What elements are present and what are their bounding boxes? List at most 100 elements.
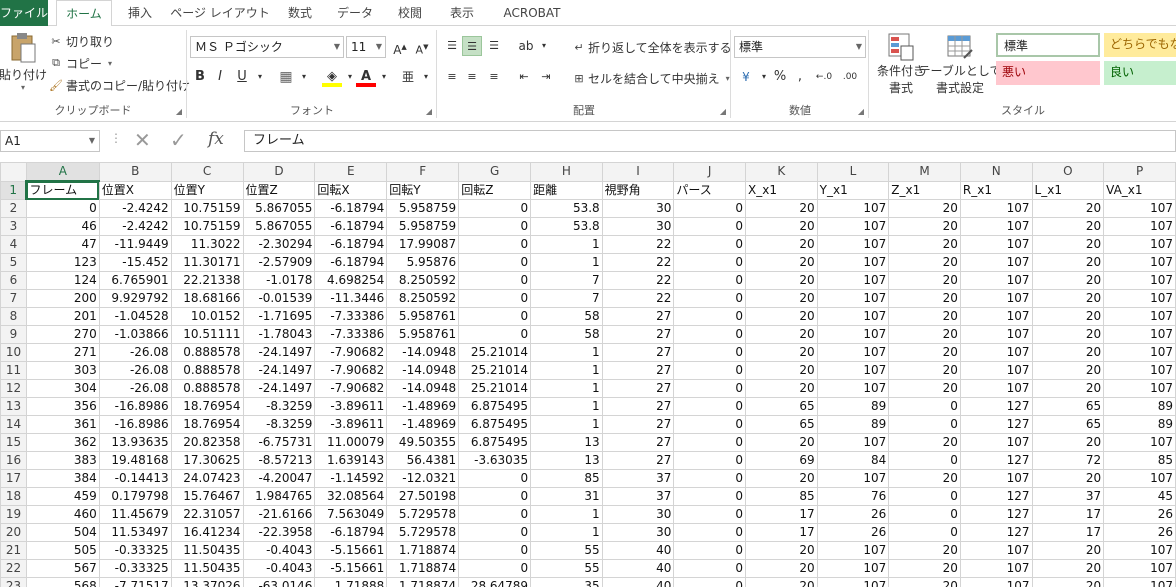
cell[interactable]: 0 [673,415,747,434]
cell[interactable]: -3.89611 [314,415,388,434]
align-middle-icon[interactable]: ☰ [462,36,482,56]
cell[interactable]: 20 [745,343,818,362]
cell[interactable]: 107 [959,559,1033,578]
cell[interactable]: -2.4242 [98,199,172,218]
row-header[interactable]: 18 [0,487,27,506]
cell[interactable]: 22 [601,253,675,272]
row-header[interactable]: 16 [0,451,27,470]
cell[interactable]: -3.89611 [314,397,388,416]
cell[interactable]: 0 [673,505,747,524]
cell[interactable]: 20 [745,379,818,398]
cut-button[interactable]: ✂ 切り取り [48,31,114,51]
cell[interactable]: -7.90682 [314,379,388,398]
cell[interactable]: 127 [959,415,1033,434]
cell[interactable]: 303 [25,361,100,380]
cell[interactable]: -16.8986 [98,397,172,416]
column-header[interactable]: C [170,162,244,182]
cell[interactable]: 0 [458,235,532,254]
cell[interactable]: 107 [816,289,890,308]
cell[interactable]: 127 [959,505,1033,524]
cell[interactable]: パース [673,180,747,200]
cell[interactable]: 0 [458,469,532,488]
cell[interactable]: 20 [888,307,961,326]
cell[interactable]: 40 [601,541,675,560]
cell[interactable]: 107 [1103,271,1176,290]
cell[interactable]: 20 [888,235,961,254]
cell[interactable]: 30 [601,217,675,236]
cell[interactable]: 53.8 [530,217,603,236]
cell[interactable]: 85 [745,487,818,506]
cell[interactable]: -7.33386 [314,325,388,344]
cell[interactable]: 20 [888,325,961,344]
merge-center-button[interactable]: ⊞ セルを結合して中央揃え ▾ [570,68,729,88]
cell[interactable]: 107 [816,433,890,452]
percent-icon[interactable]: % [770,67,790,87]
cell[interactable]: 6.875495 [458,415,532,434]
cell[interactable]: 27 [601,415,675,434]
cell[interactable]: 20 [888,559,961,578]
cell[interactable]: 20 [745,433,818,452]
cell[interactable]: -5.15661 [314,559,388,578]
cell[interactable]: 1 [530,523,603,542]
cell[interactable]: 27.50198 [386,487,460,506]
cell[interactable]: 20 [888,541,961,560]
cell[interactable]: -6.18794 [314,199,388,218]
borders-icon[interactable]: ▦ [276,67,296,87]
cell[interactable]: 26 [816,505,890,524]
cell[interactable]: 55 [530,541,603,560]
cell[interactable]: 10.75159 [170,199,244,218]
fill-color-icon[interactable]: ◈ [322,67,342,87]
cell[interactable]: 0.888578 [170,361,244,380]
cell[interactable]: 20 [888,289,961,308]
cell[interactable]: 459 [25,487,100,506]
cell[interactable]: 20 [888,199,961,218]
align-right-icon[interactable]: ≡ [484,67,504,87]
cell[interactable]: 107 [816,253,890,272]
cell[interactable]: 20 [1031,433,1105,452]
cell[interactable]: -26.08 [98,361,172,380]
cell[interactable]: 5.958761 [386,325,460,344]
cell[interactable]: 0 [673,451,747,470]
cell[interactable]: 0 [458,541,532,560]
cell[interactable]: 37 [601,487,675,506]
column-header[interactable]: E [314,162,388,182]
cell[interactable]: -8.3259 [242,415,316,434]
cell[interactable]: 40 [601,577,675,587]
cell[interactable]: 20 [745,469,818,488]
row-header[interactable]: 17 [0,469,27,488]
cell[interactable]: 72 [1031,451,1105,470]
cell[interactable]: 107 [959,235,1033,254]
cell[interactable]: 13.93635 [98,433,172,452]
cell[interactable]: 10.0152 [170,307,244,326]
cell[interactable]: 107 [1103,541,1176,560]
worksheet-grid[interactable]: ABCDEFGHIJKLMNOP 1 フレーム 位置X 位置Y 位置Z 回転X 回転Y 回転Z… [0,162,1176,587]
cell[interactable]: 20 [888,343,961,362]
cell[interactable]: 11.45679 [98,505,172,524]
orientation-dropdown-icon[interactable]: ▾ [534,36,554,56]
cell[interactable]: 270 [25,325,100,344]
cell[interactable]: 回転X [314,180,388,200]
cell[interactable]: 107 [816,235,890,254]
cell[interactable]: -6.18794 [314,235,388,254]
cell[interactable]: 0 [458,271,532,290]
cell[interactable]: 20 [888,577,961,587]
align-top-icon[interactable]: ☰ [442,36,462,56]
cell[interactable]: -0.14413 [98,469,172,488]
cell[interactable]: 30 [601,505,675,524]
row-header[interactable]: 6 [0,271,27,290]
cell[interactable]: 0 [888,523,961,542]
cell[interactable]: -2.57909 [242,253,316,272]
cell[interactable]: -7.90682 [314,343,388,362]
cell[interactable]: 6.765901 [98,271,172,290]
cell[interactable]: 20 [745,217,818,236]
cell[interactable]: 5.867055 [242,199,316,218]
cell[interactable]: 20 [1031,235,1105,254]
cell[interactable]: 位置Z [242,180,316,200]
cell[interactable]: 107 [1103,325,1176,344]
cell[interactable]: 49.50355 [386,433,460,452]
cell[interactable]: 回転Y [386,180,460,200]
cell[interactable]: -2.30294 [242,235,316,254]
cell[interactable]: 0 [458,523,532,542]
style-bad[interactable]: 悪い [996,61,1100,85]
cell[interactable]: 0 [673,487,747,506]
